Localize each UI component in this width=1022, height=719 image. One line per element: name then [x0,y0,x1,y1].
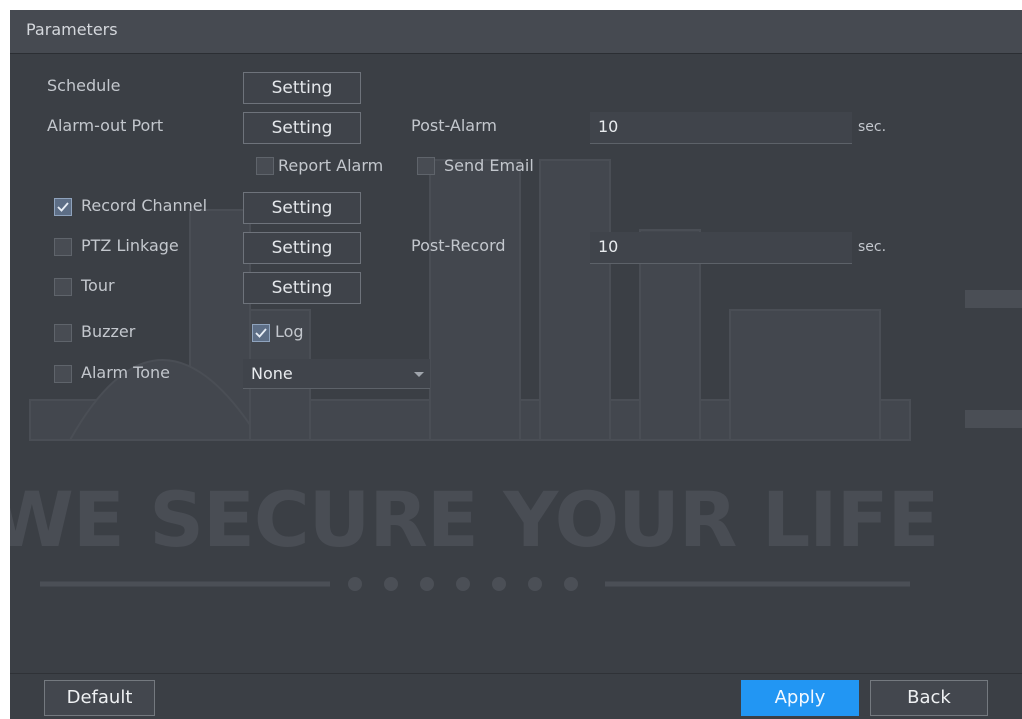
tour-checkbox[interactable] [54,278,72,296]
ptz-linkage-checkbox[interactable] [54,238,72,256]
report-alarm-checkbox[interactable] [256,157,274,175]
record-channel-checkbox[interactable] [54,198,72,216]
ptz-linkage-setting-button[interactable]: Setting [243,232,361,264]
record-channel-setting-button[interactable]: Setting [243,192,361,224]
back-button[interactable]: Back [870,680,988,716]
default-button[interactable]: Default [44,680,155,716]
alarm-tone-checkbox[interactable] [54,365,72,383]
buzzer-label: Buzzer [81,322,136,341]
send-email-label: Send Email [444,156,534,175]
log-label: Log [275,322,304,341]
parameters-panel: WE SECURE YOUR LIFE Parameters Schedule … [10,10,1022,719]
panel-title: Parameters [26,20,118,39]
chevron-down-icon [414,372,424,377]
post-record-unit: sec. [858,239,887,255]
tour-label: Tour [81,276,115,295]
log-checkbox[interactable] [252,324,270,342]
footer-bar: Default Apply Back [10,673,1022,719]
checkmark-icon [255,328,267,338]
ptz-linkage-label: PTZ Linkage [81,236,179,255]
post-alarm-label: Post-Alarm [411,116,497,135]
send-email-checkbox[interactable] [417,157,435,175]
apply-button[interactable]: Apply [741,680,859,716]
alarm-out-setting-button[interactable]: Setting [243,112,361,144]
post-alarm-input[interactable]: 10 [590,112,852,144]
checkmark-icon [57,202,69,212]
alarm-tone-select[interactable]: None [243,359,430,389]
alarm-tone-value: None [251,364,293,383]
watermark-text: WE SECURE YOUR LIFE [10,475,939,564]
post-alarm-unit: sec. [858,119,887,135]
buzzer-checkbox[interactable] [54,324,72,342]
report-alarm-label: Report Alarm [278,156,384,175]
post-record-input[interactable]: 10 [590,232,852,264]
tour-setting-button[interactable]: Setting [243,272,361,304]
record-channel-label: Record Channel [81,196,208,215]
schedule-label: Schedule [47,76,121,95]
panel-title-bar: Parameters [10,10,1022,54]
alarm-out-port-label: Alarm-out Port [47,116,164,135]
alarm-tone-label: Alarm Tone [81,363,170,382]
post-record-label: Post-Record [411,236,506,255]
schedule-setting-button[interactable]: Setting [243,72,361,104]
